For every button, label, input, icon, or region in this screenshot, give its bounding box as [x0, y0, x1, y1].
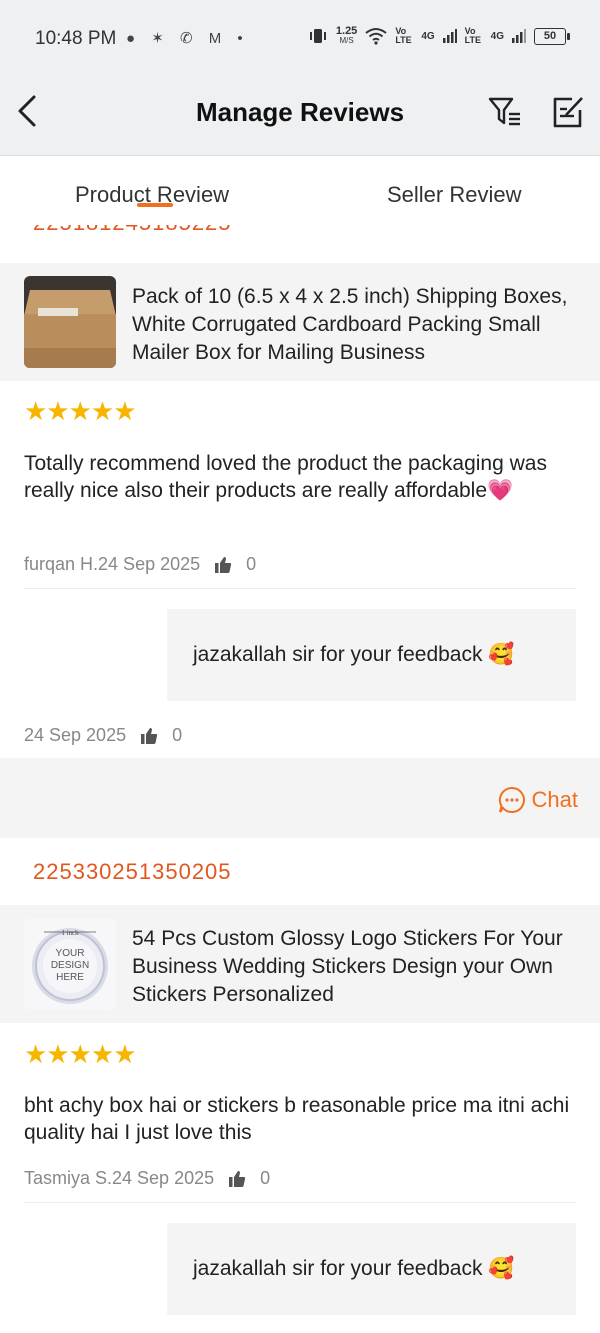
thumb-line-2: DESIGN: [51, 960, 89, 971]
thumbs-up-icon[interactable]: [214, 556, 232, 574]
reply-date: 24 Sep 2025: [24, 725, 127, 745]
status-time: 10:48 PM: [35, 28, 117, 49]
order-id[interactable]: 225330251350205: [33, 859, 232, 885]
status-right-icons: 1.25 M/S Vo LTE 4G Vo LTE 4G 50: [308, 25, 570, 46]
thumbs-up-icon[interactable]: [140, 727, 158, 745]
chat-button[interactable]: Chat: [498, 786, 578, 814]
seller-reply: jazakallah sir for your feedback 🥰: [167, 609, 576, 701]
reply-meta: 24 Sep 2025 0: [24, 725, 182, 746]
review-author-date: Tasmiya S.24 Sep 2025: [24, 1168, 215, 1188]
seller-reply: jazakallah sir for your feedback 🥰: [167, 1223, 576, 1315]
review-tabs: Product Review Seller Review: [0, 156, 600, 237]
volte-label-2: Vo LTE: [464, 26, 481, 45]
thumb-line-1: YOUR: [56, 948, 85, 959]
reply-text: jazakallah sir for your feedback 🥰: [193, 1257, 515, 1280]
edit-icon: [553, 97, 583, 128]
signal-icon-1: [442, 29, 457, 43]
app-header: Manage Reviews: [0, 78, 600, 156]
thumb-size-label: 1 inch: [61, 929, 79, 937]
star-rating: ★★★★★: [24, 1039, 137, 1069]
like-count: 0: [260, 1168, 271, 1188]
vibrate-icon: [309, 29, 326, 43]
chat-icon: [498, 786, 525, 813]
review-meta: furqan H.24 Sep 2025 0: [24, 554, 256, 575]
like-count: 0: [246, 554, 257, 574]
active-tab-indicator: [137, 203, 173, 207]
product-title: 54 Pcs Custom Glossy Logo Stickers For Y…: [132, 927, 563, 1006]
edit-button[interactable]: [550, 94, 586, 130]
volte-label-1: Vo LTE: [395, 26, 412, 45]
review-text: Totally recommend loved the product the …: [24, 452, 547, 502]
product-thumbnail: 1 inch YOUR DESIGN HERE: [24, 918, 116, 1010]
review-meta: Tasmiya S.24 Sep 2025 0: [24, 1168, 270, 1189]
chat-label: Chat: [531, 787, 578, 812]
filter-icon: [488, 97, 520, 126]
divider: [24, 1202, 576, 1203]
product-row[interactable]: 1 inch YOUR DESIGN HERE 54 Pcs Custom Gl…: [0, 905, 600, 1023]
battery-icon: 50: [534, 27, 570, 45]
divider: [24, 588, 576, 589]
signal-gen-2: 4G: [490, 30, 504, 42]
signal-icon-2: [512, 29, 526, 43]
signal-gen-1: 4G: [421, 30, 435, 42]
product-title: Pack of 10 (6.5 x 4 x 2.5 inch) Shipping…: [132, 285, 568, 364]
wifi-icon: [365, 28, 387, 45]
review-author-date: furqan H.24 Sep 2025: [24, 554, 201, 574]
reply-like-count: 0: [172, 725, 183, 745]
network-speed: 1.25 M/S: [335, 25, 358, 46]
filter-button[interactable]: [487, 94, 523, 130]
status-bar: 10:48 PM ● ✶ ✆ M • 1.25 M/S Vo LTE 4G Vo …: [0, 0, 600, 78]
product-row[interactable]: Pack of 10 (6.5 x 4 x 2.5 inch) Shipping…: [0, 263, 600, 381]
thumbs-up-icon[interactable]: [228, 1170, 246, 1188]
reply-text: jazakallah sir for your feedback 🥰: [193, 643, 515, 666]
product-thumbnail: [24, 276, 116, 368]
tab-seller-review[interactable]: Seller Review: [387, 182, 522, 208]
thumb-line-3: HERE: [56, 972, 84, 983]
notification-icons: ● ✶ ✆ M •: [126, 30, 249, 47]
star-rating: ★★★★★: [24, 396, 137, 426]
review-text: bht achy box hai or stickers b reasonabl…: [24, 1094, 570, 1144]
chat-bar: Chat: [0, 758, 600, 838]
